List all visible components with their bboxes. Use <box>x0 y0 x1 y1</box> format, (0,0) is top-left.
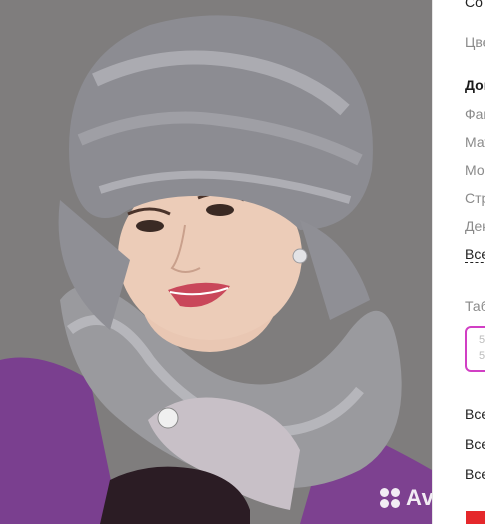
product-photo[interactable]: Avito <box>0 0 432 524</box>
top-partial-label: Co <box>465 0 483 10</box>
color-label: Цве <box>465 34 485 50</box>
avito-watermark: Avito <box>380 485 432 511</box>
red-badge <box>466 511 485 524</box>
chip-value-1: 5 <box>479 334 485 346</box>
detail-item-2: Мат <box>465 134 485 150</box>
watermark-text: Avito <box>406 485 432 510</box>
detail-item-4: Стр <box>465 190 485 206</box>
details-panel: Co Цве Доп Фак Мат Мо Стр Дек Все Таб 5 … <box>432 0 485 524</box>
show-all-link[interactable]: Все <box>465 246 485 263</box>
chip-value-2: 5 <box>479 350 485 362</box>
detail-item-3: Мо <box>465 162 485 178</box>
bottom-item-1[interactable]: Все <box>465 406 485 422</box>
section-title: Доп <box>465 77 485 93</box>
photo-illustration <box>0 0 432 524</box>
avito-logo-icon <box>380 488 402 508</box>
bottom-item-2[interactable]: Все <box>465 436 485 452</box>
detail-item-1: Фак <box>465 106 485 122</box>
table-title: Таб <box>465 298 485 314</box>
size-chip[interactable]: 5 5 <box>465 326 485 372</box>
bottom-item-3[interactable]: Все <box>465 466 485 482</box>
detail-item-5: Дек <box>465 218 485 234</box>
